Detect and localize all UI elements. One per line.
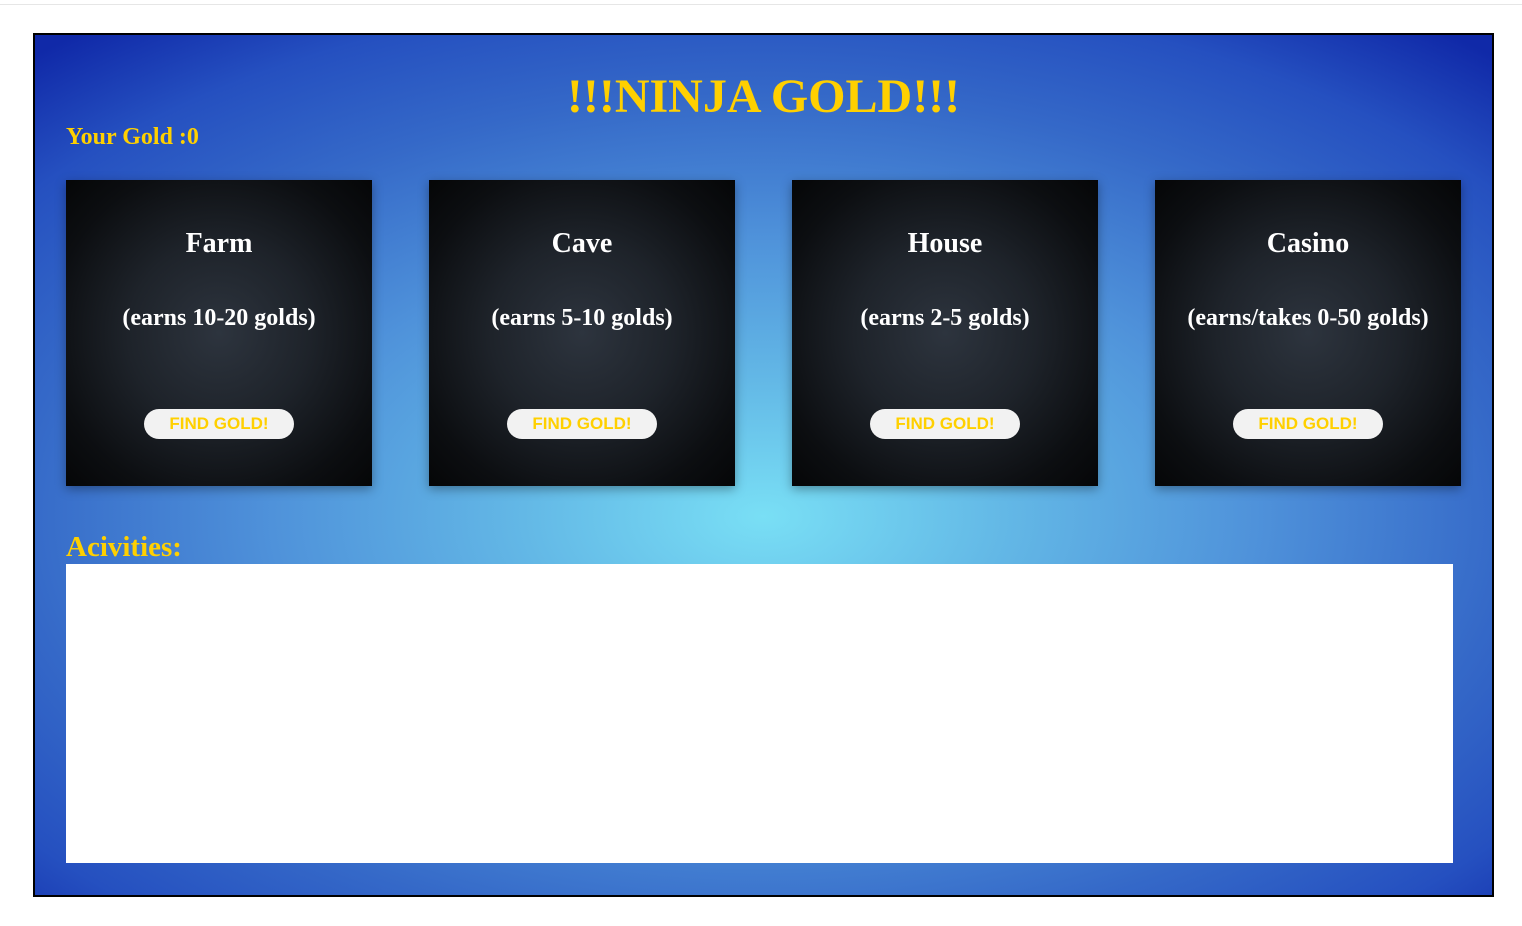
game-container: !!!NINJA GOLD!!! Your Gold :0 Farm (earn… xyxy=(33,33,1494,897)
location-description: (earns 10-20 golds) xyxy=(122,305,316,331)
location-title: Cave xyxy=(551,228,613,259)
find-gold-button-house[interactable]: FIND GOLD! xyxy=(870,409,1020,439)
location-card-casino: Casino (earns/takes 0-50 golds) FIND GOL… xyxy=(1155,180,1461,486)
location-title: Casino xyxy=(1266,228,1350,259)
location-description: (earns/takes 0-50 golds) xyxy=(1187,305,1429,331)
gold-counter: Your Gold :0 xyxy=(66,124,199,150)
activities-label: Acivities: xyxy=(66,531,182,563)
find-gold-button-farm[interactable]: FIND GOLD! xyxy=(144,409,294,439)
location-card-cave: Cave (earns 5-10 golds) FIND GOLD! xyxy=(429,180,735,486)
activities-log[interactable] xyxy=(66,564,1453,863)
location-card-farm: Farm (earns 10-20 golds) FIND GOLD! xyxy=(66,180,372,486)
find-gold-button-casino[interactable]: FIND GOLD! xyxy=(1233,409,1383,439)
location-card-house: House (earns 2-5 golds) FIND GOLD! xyxy=(792,180,1098,486)
location-title: House xyxy=(907,228,983,259)
location-description: (earns 2-5 golds) xyxy=(860,305,1030,331)
top-divider xyxy=(0,4,1522,5)
location-description: (earns 5-10 golds) xyxy=(491,305,673,331)
find-gold-button-cave[interactable]: FIND GOLD! xyxy=(507,409,657,439)
location-title: Farm xyxy=(185,228,253,259)
page-title: !!!NINJA GOLD!!! xyxy=(566,70,961,123)
